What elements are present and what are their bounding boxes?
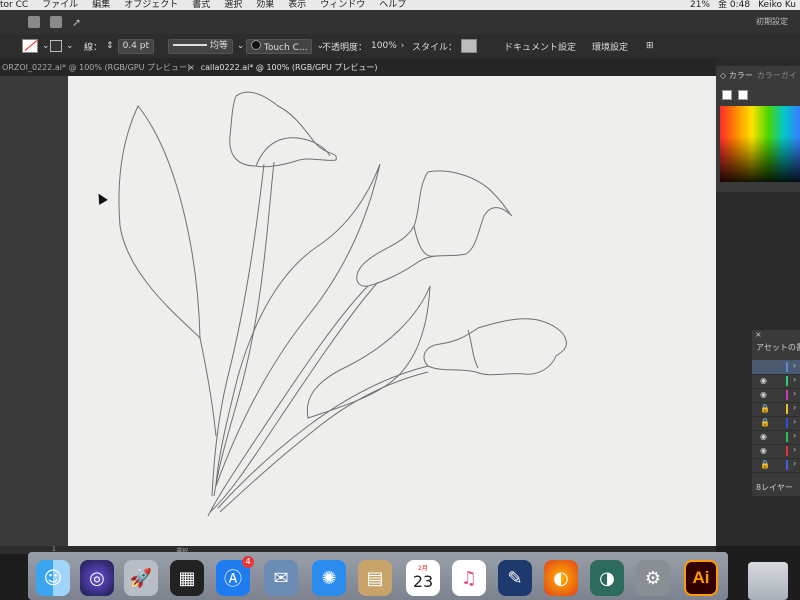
user-name[interactable]: Keiko Ku — [758, 0, 796, 10]
lock-icon: 🔒 — [760, 404, 770, 413]
fill-swatch[interactable] — [22, 39, 38, 53]
close-icon[interactable]: × — [188, 63, 195, 72]
layers-panel: × アセットの書 › ◉ › ◉ › 🔒 › 🔒 › ◉ › ◉ › 🔒 › 8レイヤー — [752, 330, 800, 496]
white-swatch[interactable] — [738, 90, 748, 100]
tab-orzoi[interactable]: ORZOI_0222.ai* @ 100% (RGB/GPU プレビュー) — [2, 62, 190, 73]
menu-effect[interactable]: 効果 — [256, 0, 274, 10]
stroke-stepper-icon[interactable]: ⇕ — [106, 41, 114, 51]
menu-object[interactable]: オブジェクト — [124, 0, 178, 10]
stroke-swatch[interactable] — [50, 40, 62, 52]
firefox-icon[interactable]: ◐ — [544, 560, 578, 596]
preferences-button[interactable]: 環境設定 — [592, 40, 628, 53]
opacity-dropdown-icon[interactable]: › — [401, 41, 405, 51]
color-panel-tabs[interactable]: ◇ カラー カラーガイ — [720, 70, 797, 81]
menu-select[interactable]: 選択 — [224, 0, 242, 10]
menu-window[interactable]: ウィンドウ — [320, 0, 365, 10]
dock: ☺ ◎ 🚀 ▦ Ⓐ 4 ✉ ✺ ▤ 2月 23 ♫ ✎ ◐ ◑ ⚙ Ai — [28, 552, 728, 600]
application-bar: ➚ 初期設定 ⌕ — [0, 10, 800, 34]
arrange-documents-icon[interactable] — [50, 16, 62, 28]
profile-dropdown-icon[interactable]: ⌄ — [237, 41, 245, 51]
gpu-performance-icon[interactable]: ➚ — [72, 16, 81, 29]
battery-status[interactable]: 21% — [690, 0, 710, 10]
eye-icon: ◉ — [760, 376, 767, 385]
layer-row[interactable]: ◉ › — [752, 388, 800, 403]
itunes-icon[interactable]: ♫ — [452, 560, 486, 596]
layer-row[interactable]: 🔒 › — [752, 416, 800, 431]
document-tabs: ORZOI_0222.ai* @ 100% (RGB/GPU プレビュー) × c… — [0, 58, 716, 76]
notification-badge: 4 — [242, 556, 254, 568]
graphic-style-swatch[interactable] — [461, 39, 478, 53]
layer-row[interactable]: 🔒 › — [752, 402, 800, 417]
variable-width-profile[interactable]: 均等 — [168, 38, 233, 54]
preview-icon[interactable]: ✉ — [264, 560, 298, 596]
color-spectrum[interactable] — [720, 106, 800, 182]
tab-calla[interactable]: × calla0222.ai* @ 100% (RGB/GPU プレビュー) — [188, 62, 377, 73]
app-icon[interactable]: ◑ — [590, 560, 624, 596]
eye-icon: ◉ — [760, 446, 767, 455]
layers-panel-title[interactable]: アセットの書 — [756, 342, 800, 353]
layer-row[interactable]: ◉ › — [752, 430, 800, 445]
launchpad-icon[interactable]: 🚀 — [124, 560, 158, 596]
home-icon[interactable] — [28, 16, 40, 28]
eye-icon: ◉ — [760, 390, 767, 399]
menu-type[interactable]: 書式 — [192, 0, 210, 10]
app-store-icon[interactable]: Ⓐ 4 — [216, 556, 254, 596]
calla-lily-drawing[interactable] — [68, 76, 716, 546]
document-setup-button[interactable]: ドキュメント設定 — [504, 40, 576, 53]
layer-row[interactable]: ◉ › — [752, 444, 800, 459]
siri-icon[interactable]: ◎ — [80, 560, 114, 596]
layer-count: 8レイヤー — [756, 483, 793, 492]
pasteboard[interactable] — [0, 76, 68, 546]
illustrator-icon[interactable]: Ai — [684, 560, 718, 596]
brush-definition[interactable]: Touch C... — [246, 38, 313, 54]
close-icon[interactable]: × — [755, 330, 762, 339]
stroke-dropdown-icon[interactable]: ⌄ — [66, 41, 74, 51]
fill-dropdown-icon[interactable]: ⌄ — [42, 41, 50, 51]
eye-icon: ◉ — [760, 432, 767, 441]
finder-icon[interactable]: ☺ — [36, 560, 70, 596]
contacts-icon[interactable]: ▤ — [358, 560, 392, 596]
lock-icon: 🔒 — [760, 460, 770, 469]
layer-row[interactable]: › — [752, 360, 800, 375]
clock[interactable]: 金 0:48 — [718, 0, 750, 10]
menu-file[interactable]: ファイル — [42, 0, 78, 10]
calendar-icon[interactable]: 2月 23 — [406, 560, 440, 596]
stroke-weight-label: 線： — [84, 42, 103, 53]
menu-bar: tor CC ファイル 編集 オブジェクト 書式 選択 効果 表示 ウィンドウ … — [0, 0, 800, 10]
color-panel: ◇ カラー カラーガイ — [716, 66, 800, 192]
stroke-weight-input[interactable]: 0.4 pt — [117, 38, 154, 54]
safari-icon[interactable]: ✺ — [312, 560, 346, 596]
workspace-switcher[interactable]: 初期設定 — [756, 16, 788, 27]
menu-app-name[interactable]: tor CC — [0, 0, 28, 10]
layer-row[interactable]: 🔒 › — [752, 458, 800, 473]
style-label: スタイル： — [412, 42, 458, 53]
menu-view[interactable]: 表示 — [288, 0, 306, 10]
mission-control-icon[interactable]: ▦ — [170, 560, 204, 596]
layer-row[interactable]: ◉ › — [752, 374, 800, 389]
arrange-icon[interactable]: ⊞ — [646, 41, 654, 51]
trash-icon[interactable] — [748, 562, 788, 600]
control-bar: ⌄ ⌄ 線： ⇕ 0.4 pt 均等 ⌄ Touch C... ⌄ 不透明度： … — [0, 34, 800, 58]
none-swatch[interactable] — [722, 90, 732, 100]
system-preferences-icon[interactable]: ⚙ — [636, 560, 670, 596]
menu-help[interactable]: ヘルプ — [379, 0, 406, 10]
opacity-label[interactable]: 不透明度： — [322, 40, 367, 53]
opacity-value[interactable]: 100% — [371, 41, 397, 51]
sketch-app-icon[interactable]: ✎ — [498, 560, 532, 596]
artboard[interactable] — [68, 76, 716, 546]
lock-icon: 🔒 — [760, 418, 770, 427]
menu-edit[interactable]: 編集 — [92, 0, 110, 10]
